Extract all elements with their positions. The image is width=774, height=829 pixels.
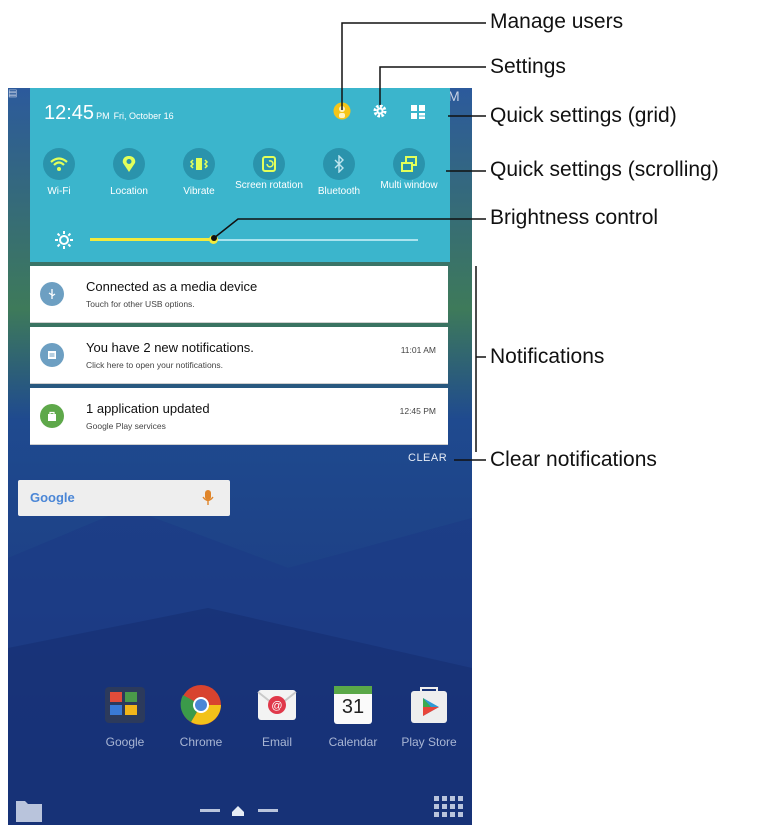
settings-button[interactable]: [371, 102, 389, 120]
gear-icon: [373, 104, 387, 118]
app-label: Calendar: [328, 735, 378, 749]
notification-title: 1 application updated: [86, 401, 210, 416]
notification-subtitle: Touch for other USB options.: [86, 299, 195, 309]
notification-card[interactable]: Connected as a media device Touch for ot…: [30, 266, 448, 323]
clear-notifications-button[interactable]: CLEAR: [408, 452, 447, 464]
callout-brightness-control: Brightness control: [490, 206, 659, 229]
google-logo: Google: [30, 490, 75, 505]
brightness-icon: [54, 230, 74, 250]
status-date: Fri, October 16: [113, 111, 174, 121]
qs-bluetooth-toggle[interactable]: Bluetooth: [304, 148, 374, 198]
location-icon: [113, 148, 145, 180]
calendar-day: 31: [341, 696, 365, 718]
qs-label: Bluetooth: [317, 186, 361, 197]
app-label: Google: [105, 735, 145, 749]
callout-quick-settings-grid: Quick settings (grid): [490, 104, 677, 127]
notification-shade: 12:45 PM Fri, October 16 Wi-Fi Location Vi…: [30, 88, 450, 262]
app-label: Play Store: [401, 735, 457, 749]
qs-label: Screen rotation: [235, 180, 303, 191]
status-clock: 12:45 PM Fri, October 16: [44, 102, 174, 125]
notification-card[interactable]: You have 2 new notifications. Click here…: [30, 327, 448, 384]
qs-screen-rotation-toggle[interactable]: Screen rotation: [234, 148, 304, 192]
clock-time: 12:45: [44, 102, 95, 124]
status-bar-icon: M: [448, 88, 460, 104]
app-google[interactable]: Google: [90, 683, 160, 749]
status-bar-icon: ▤: [8, 88, 18, 99]
vibrate-icon: [183, 148, 215, 180]
quick-settings-grid-button[interactable]: [410, 104, 426, 120]
google-search-widget[interactable]: Google: [18, 480, 230, 516]
apps-grid-icon[interactable]: [432, 794, 464, 824]
callout-clear-notifications: Clear notifications: [490, 448, 657, 471]
user-icon: [333, 102, 351, 120]
notification-time: 12:45 PM: [399, 406, 436, 416]
notification-title: You have 2 new notifications.: [86, 340, 254, 355]
clock-ampm: PM: [96, 111, 110, 121]
qs-wifi-toggle[interactable]: Wi-Fi: [24, 148, 94, 198]
wifi-icon: [43, 148, 75, 180]
notification-title: Connected as a media device: [86, 279, 258, 294]
notification-subtitle: Click here to open your notifications.: [86, 360, 224, 370]
qs-label: Wi-Fi: [47, 186, 71, 197]
svg-text:@: @: [271, 700, 282, 712]
callout-notifications: Notifications: [490, 345, 605, 368]
play-store-bag-icon: [40, 404, 64, 428]
callout-manage-users: Manage users: [490, 10, 624, 33]
notification-time: 11:01 AM: [400, 345, 436, 355]
qs-label: Multi window: [380, 180, 438, 191]
qs-label: Vibrate: [183, 186, 215, 197]
play-store-icon: [407, 683, 451, 727]
grid-icon: [411, 105, 425, 119]
app-label: Chrome: [179, 735, 223, 749]
multi-window-icon: [393, 148, 425, 180]
qs-location-toggle[interactable]: Location: [94, 148, 164, 198]
app-label: Email: [261, 735, 292, 749]
qs-multi-window-toggle[interactable]: Multi window: [374, 148, 444, 192]
email-icon: @: [255, 683, 299, 727]
google-folder-icon: [103, 683, 147, 727]
notification-subtitle: Google Play services: [86, 421, 166, 431]
qs-label: Location: [110, 186, 148, 197]
usb-icon: [40, 282, 64, 306]
calendar-icon: 31: [331, 683, 375, 727]
home-page-indicator: [196, 800, 286, 820]
screen-rotation-icon: [253, 148, 285, 180]
bluetooth-icon: [323, 148, 355, 180]
app-play-store[interactable]: Play Store: [394, 683, 464, 749]
app-email[interactable]: @ Email: [242, 683, 312, 749]
notification-icon: [40, 343, 64, 367]
brightness-slider-thumb[interactable]: [209, 235, 218, 244]
brightness-slider-fill: [90, 238, 214, 241]
notification-card[interactable]: 1 application updated Google Play servic…: [30, 388, 448, 445]
chrome-icon: [179, 683, 223, 727]
app-chrome[interactable]: Chrome: [166, 683, 236, 749]
qs-vibrate-toggle[interactable]: Vibrate: [164, 148, 234, 198]
manage-users-button[interactable]: [333, 102, 351, 120]
callout-quick-settings-scrolling: Quick settings (scrolling): [490, 158, 719, 181]
microphone-icon[interactable]: [202, 489, 214, 507]
callout-settings: Settings: [490, 55, 566, 78]
app-calendar[interactable]: 31 Calendar: [318, 683, 388, 749]
folder-icon[interactable]: [14, 795, 44, 823]
